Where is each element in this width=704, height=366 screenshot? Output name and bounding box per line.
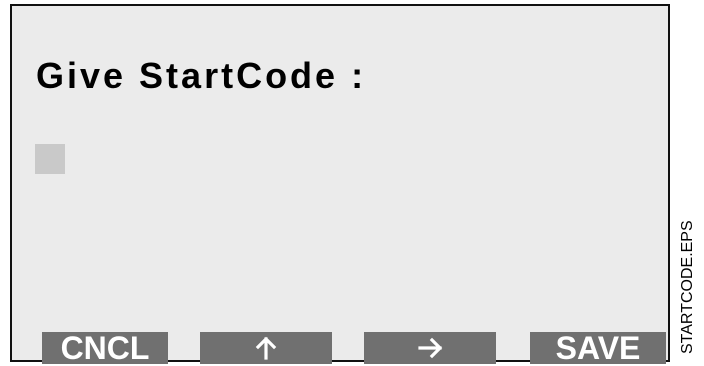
save-softkey[interactable]: SAVE [530, 332, 666, 364]
figure-filename-label: STARTCODE.EPS [679, 220, 696, 354]
arrow-up-icon [255, 336, 277, 360]
startcode-prompt: Give StartCode : [36, 55, 367, 96]
arrow-right-icon [418, 337, 443, 359]
startcode-input-cursor[interactable] [35, 144, 65, 174]
up-softkey[interactable] [200, 332, 332, 364]
lcd-screen: Give StartCode : CNCL SAVE [10, 4, 670, 364]
cancel-softkey[interactable]: CNCL [42, 332, 168, 364]
right-softkey[interactable] [364, 332, 496, 364]
